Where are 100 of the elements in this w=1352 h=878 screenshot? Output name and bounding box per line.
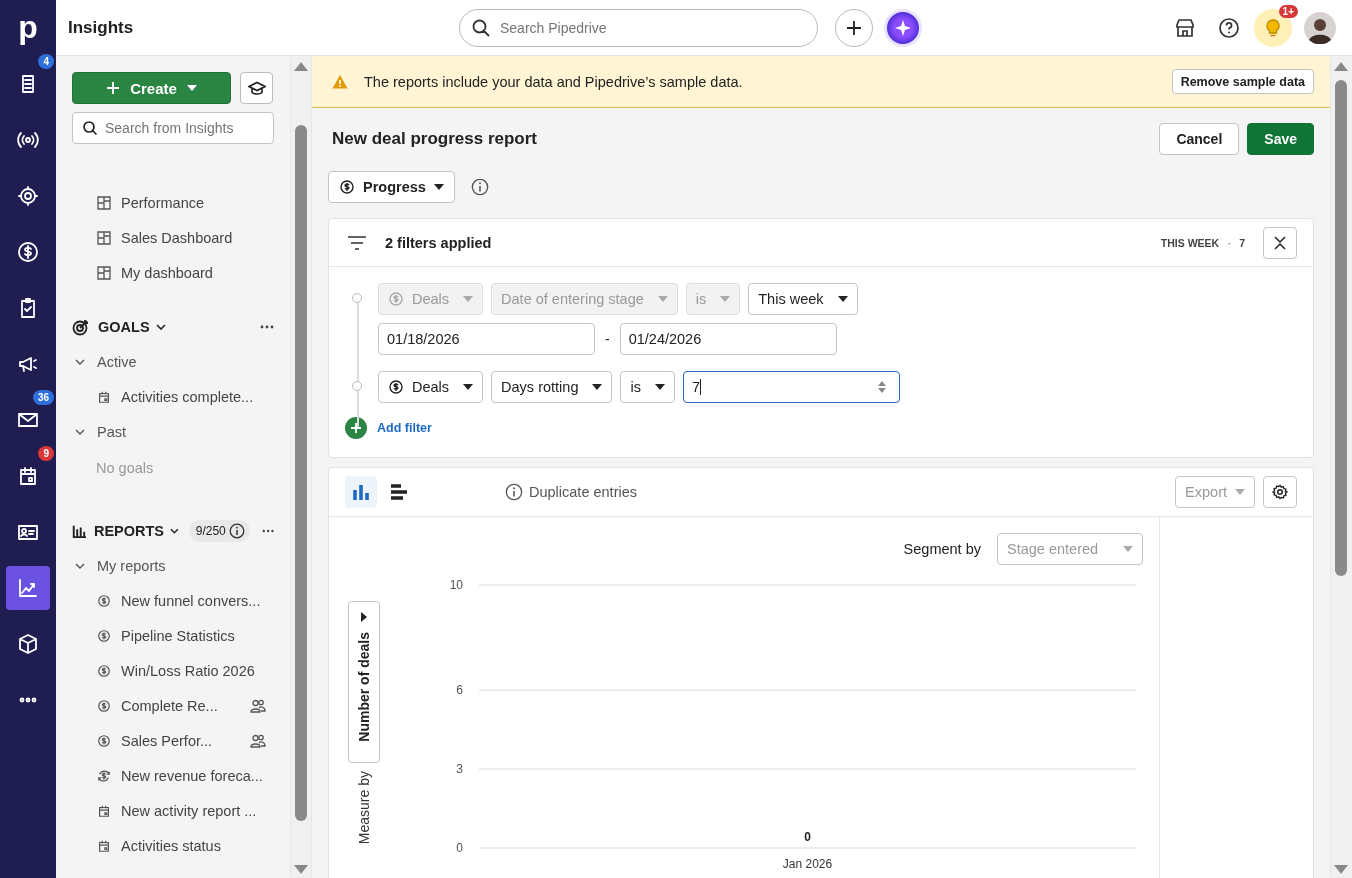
tick-label: 3 <box>456 762 463 777</box>
dollar-cycle-icon <box>97 768 111 783</box>
calendar-icon <box>97 838 111 853</box>
dashboard-icon <box>97 195 111 210</box>
ai-assistant-button[interactable] <box>884 8 922 47</box>
notification-badge: 1+ <box>1278 4 1298 18</box>
count-badge: 36 <box>32 390 54 405</box>
logo[interactable]: p <box>18 0 38 56</box>
tick-label: 6 <box>456 683 463 698</box>
caret-icon <box>186 85 197 91</box>
chevron-icon[interactable] <box>170 527 179 534</box>
date-field[interactable]: 01/18/2026 <box>378 323 595 355</box>
caret-icon <box>592 384 603 390</box>
separator-dot: · <box>1227 235 1232 250</box>
collapse-icon <box>1274 235 1286 250</box>
group-toggle[interactable]: Active <box>72 344 274 379</box>
sparkle-icon <box>895 19 911 36</box>
dashboard-icon <box>97 230 111 245</box>
group-toggle[interactable]: Past <box>72 414 274 449</box>
goal-icon <box>72 317 90 336</box>
info-icon[interactable] <box>228 522 245 539</box>
info-icon[interactable] <box>470 178 489 196</box>
scrollbar[interactable] <box>1330 56 1352 878</box>
caret-icon <box>1123 546 1133 552</box>
dollar-icon <box>97 698 111 713</box>
report-count: 9/250 <box>195 523 226 538</box>
duplicate-entries-label: Duplicate entries <box>529 484 637 500</box>
chart-icon <box>16 576 40 600</box>
report-item[interactable]: Pipeline Statistics <box>72 618 274 653</box>
column-chart-button[interactable] <box>345 476 377 508</box>
measure-dropdown[interactable]: Number of deals <box>348 601 380 763</box>
calendar-icon <box>97 803 111 818</box>
warning-icon <box>332 73 348 90</box>
create-button[interactable]: Create <box>72 72 231 104</box>
search-field[interactable]: Search Pipedrive <box>459 8 818 47</box>
settings-icon <box>1272 484 1288 500</box>
report-item[interactable]: Sales Perfor... <box>72 723 274 758</box>
dollar-icon <box>339 179 355 195</box>
target-icon <box>16 184 40 208</box>
search-icon <box>471 17 491 38</box>
goal-item[interactable]: Activities complete... <box>72 379 274 414</box>
cancel-button[interactable]: Cancel <box>1159 123 1240 155</box>
academy-button[interactable] <box>240 72 273 104</box>
report-item[interactable]: Complete Re... <box>72 688 274 723</box>
scrollbar[interactable] <box>290 56 312 878</box>
dollar-icon <box>388 379 404 395</box>
filter-dropdown[interactable]: This week <box>748 283 858 315</box>
report-item[interactable]: New funnel convers... <box>72 583 274 618</box>
timeline-node <box>352 293 362 303</box>
count-badge: 9 <box>38 446 54 461</box>
section-title[interactable]: GOALS <box>98 318 150 335</box>
segment-label: Segment by <box>903 541 981 557</box>
remove-sample-data-button[interactable]: Remove sample data <box>1171 69 1314 94</box>
help-icon[interactable] <box>1218 16 1240 39</box>
dashboard-item[interactable]: My dashboard <box>72 255 274 290</box>
dashboard-item[interactable]: Performance <box>72 185 274 220</box>
page-title: Insights <box>67 17 135 38</box>
caret-icon <box>463 384 474 390</box>
filter-summary: 2 filters applied <box>385 234 492 251</box>
report-item[interactable]: Win/Loss Ratio 2026 <box>72 653 274 688</box>
report-type-dropdown[interactable]: Progress <box>328 171 455 203</box>
dashboard-item[interactable]: Sales Dashboard <box>72 220 274 255</box>
store-icon[interactable] <box>1174 16 1196 39</box>
tips-button[interactable] <box>1254 8 1292 47</box>
caret-icon <box>654 384 665 390</box>
count-badge: 4 <box>38 54 54 69</box>
search-field[interactable]: Search from Insights <box>72 112 274 144</box>
avatar[interactable] <box>1304 11 1336 44</box>
collapse-button[interactable] <box>1263 226 1297 259</box>
column-chart-icon <box>352 483 370 501</box>
add-icon[interactable] <box>345 417 367 439</box>
settings-button[interactable] <box>1263 476 1297 508</box>
date-field[interactable]: 01/24/2026 <box>619 323 837 355</box>
report-item[interactable]: New activity report ... <box>72 793 274 828</box>
save-button[interactable]: Save <box>1247 123 1314 155</box>
caret-icon <box>361 612 367 622</box>
add-filter-link[interactable]: Add filter <box>377 421 432 435</box>
caret-icon <box>657 296 668 302</box>
add-button[interactable] <box>835 8 873 47</box>
more-icon[interactable] <box>261 528 274 533</box>
stepper-icon[interactable] <box>876 380 887 394</box>
dollar-icon <box>16 240 40 264</box>
group-toggle[interactable]: My reports <box>72 548 274 583</box>
number-field[interactable]: 7 <box>682 371 900 403</box>
filter-dropdown[interactable]: Deals <box>378 371 484 403</box>
filter-count: 7 <box>1239 236 1245 249</box>
info-icon[interactable] <box>505 483 523 501</box>
people-icon <box>250 732 266 749</box>
filter-dropdown[interactable]: is <box>620 371 675 403</box>
section-title[interactable]: REPORTS <box>93 522 165 539</box>
people-icon <box>250 697 266 714</box>
filter-dropdown[interactable]: Days rotting <box>491 371 613 403</box>
report-item[interactable]: Activities status <box>72 828 274 863</box>
more-icon[interactable] <box>260 324 274 329</box>
graduation-cap-icon <box>247 81 266 95</box>
dollar-icon <box>97 628 111 643</box>
tick-label: 10 <box>449 578 463 592</box>
report-item[interactable]: New revenue foreca... <box>72 758 274 793</box>
chevron-icon[interactable] <box>155 323 166 330</box>
period-label: THIS WEEK <box>1160 236 1220 249</box>
